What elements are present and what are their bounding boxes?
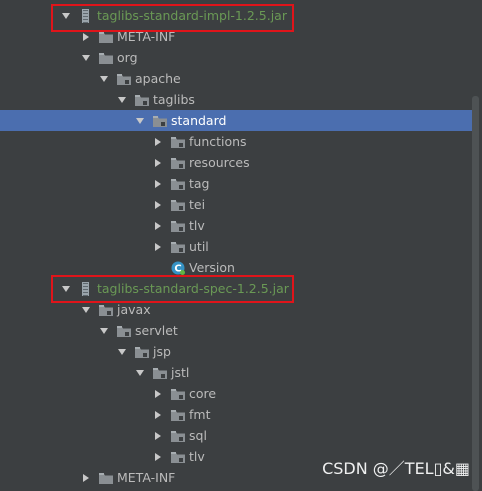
- collapse-arrow-right-icon[interactable]: [80, 31, 92, 43]
- tree-row[interactable]: apache: [0, 68, 472, 89]
- folder-icon: [98, 470, 114, 486]
- tree-row[interactable]: standard: [0, 110, 472, 131]
- tree-row-label: sql: [189, 428, 207, 443]
- collapse-arrow-right-icon[interactable]: [152, 241, 164, 253]
- tree-row-label: tlv: [189, 218, 205, 233]
- highlight-box-impl-jar: [51, 4, 294, 32]
- collapse-arrow-right-icon[interactable]: [152, 388, 164, 400]
- tree-row[interactable]: org: [0, 47, 472, 68]
- tree-row-label: org: [117, 50, 138, 65]
- tree-row-label: jsp: [153, 344, 171, 359]
- expand-arrow-down-icon[interactable]: [80, 52, 92, 64]
- highlight-box-spec-jar: [51, 275, 294, 303]
- expand-arrow-down-icon[interactable]: [116, 94, 128, 106]
- package-icon: [134, 344, 150, 360]
- package-icon: [170, 449, 186, 465]
- package-icon: [116, 323, 132, 339]
- tree-row-partial: [0, 0, 472, 2]
- tree-row[interactable]: functions: [0, 131, 472, 152]
- tree-row[interactable]: util: [0, 236, 472, 257]
- collapse-arrow-right-icon[interactable]: [152, 220, 164, 232]
- collapse-arrow-right-icon[interactable]: [152, 451, 164, 463]
- tree-row-label: standard: [171, 113, 227, 128]
- collapse-arrow-right-icon[interactable]: [80, 472, 92, 484]
- tree-row[interactable]: resources: [0, 152, 472, 173]
- package-icon: [152, 113, 168, 129]
- package-icon: [98, 302, 114, 318]
- tree-row-label: apache: [135, 71, 181, 86]
- package-icon: [152, 365, 168, 381]
- package-icon: [170, 176, 186, 192]
- tree-row[interactable]: jstl: [0, 362, 472, 383]
- collapse-arrow-right-icon[interactable]: [152, 199, 164, 211]
- package-icon: [170, 386, 186, 402]
- watermark-text: CSDN @／TEL▯&▦: [322, 459, 470, 478]
- package-icon: [170, 155, 186, 171]
- package-icon: [170, 428, 186, 444]
- tree-row-label: fmt: [189, 407, 211, 422]
- package-icon: [134, 92, 150, 108]
- collapse-arrow-right-icon[interactable]: [152, 157, 164, 169]
- tree-row-label: tag: [189, 176, 210, 191]
- tree-row-label: tlv: [189, 449, 205, 464]
- collapse-arrow-right-icon[interactable]: [152, 430, 164, 442]
- package-icon: [116, 71, 132, 87]
- tree-row-label: META-INF: [117, 470, 176, 485]
- java-class-icon: C: [170, 260, 186, 276]
- expand-arrow-down-icon[interactable]: [134, 367, 146, 379]
- tree-row[interactable]: core: [0, 383, 472, 404]
- vertical-scrollbar[interactable]: [472, 96, 479, 491]
- collapse-arrow-right-icon[interactable]: [152, 178, 164, 190]
- tree-row[interactable]: jsp: [0, 341, 472, 362]
- tree-row[interactable]: taglibs: [0, 89, 472, 110]
- collapse-arrow-right-icon[interactable]: [152, 409, 164, 421]
- tree-row[interactable]: fmt: [0, 404, 472, 425]
- project-tree[interactable]: taglibs-standard-impl-1.2.5.jar META-INF o…: [0, 0, 482, 491]
- tree-row[interactable]: sql: [0, 425, 472, 446]
- tree-row[interactable]: tag: [0, 173, 472, 194]
- tree-row[interactable]: servlet: [0, 320, 472, 341]
- expand-arrow-down-icon[interactable]: [134, 115, 146, 127]
- tree-row[interactable]: tlv: [0, 215, 472, 236]
- tree-row[interactable]: tei: [0, 194, 472, 215]
- tree-row-label: resources: [189, 155, 250, 170]
- expand-arrow-down-icon[interactable]: [98, 73, 110, 85]
- package-icon: [170, 134, 186, 150]
- tree-row-label: tei: [189, 197, 206, 212]
- tree-row-label: taglibs: [153, 92, 195, 107]
- tree-row-label: servlet: [135, 323, 178, 338]
- package-icon: [170, 407, 186, 423]
- package-icon: [170, 197, 186, 213]
- package-icon: [170, 218, 186, 234]
- expand-arrow-down-icon[interactable]: [80, 304, 92, 316]
- tree-row-label: jstl: [171, 365, 190, 380]
- tree-row-label: functions: [189, 134, 247, 149]
- collapse-arrow-right-icon[interactable]: [152, 136, 164, 148]
- package-icon: [170, 239, 186, 255]
- expand-arrow-down-icon[interactable]: [98, 325, 110, 337]
- tree-row-label: core: [189, 386, 217, 401]
- folder-icon: [98, 50, 114, 66]
- expand-arrow-down-icon[interactable]: [116, 346, 128, 358]
- tree-row-label: util: [189, 239, 209, 254]
